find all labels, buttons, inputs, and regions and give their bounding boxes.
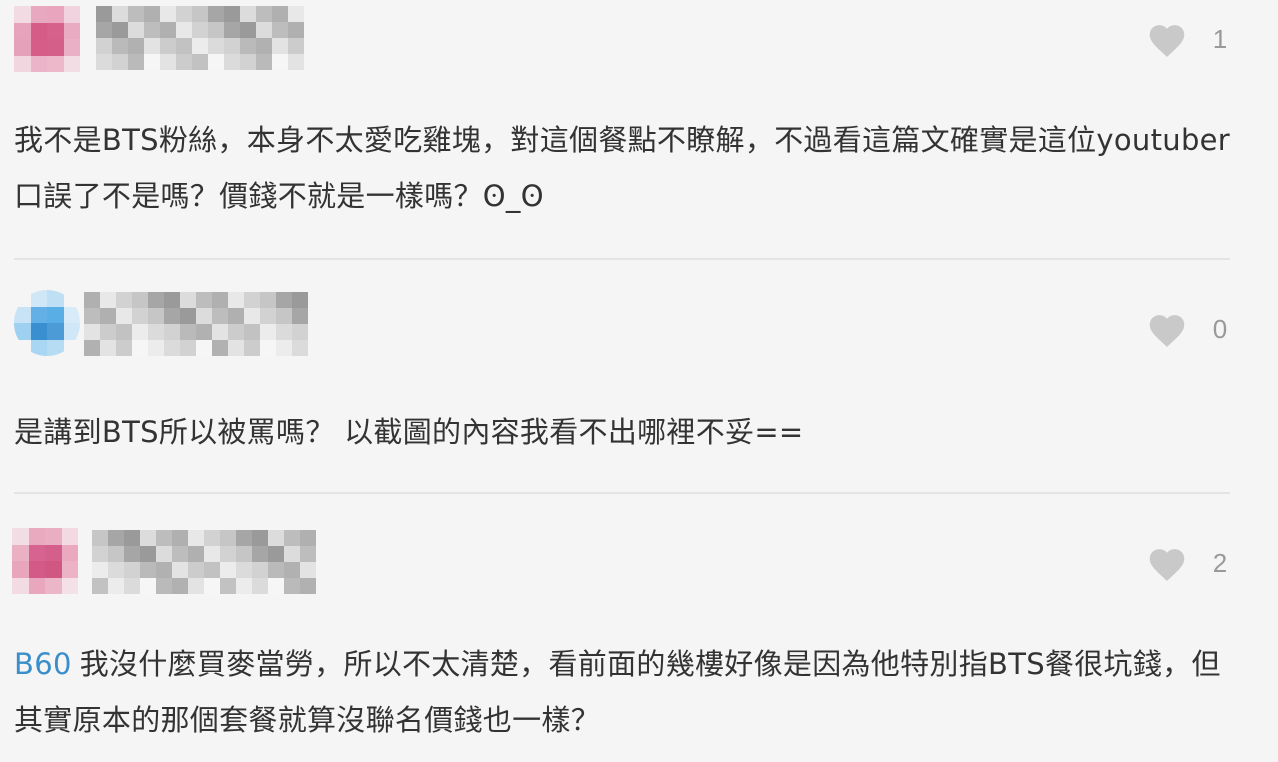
like-count: 0 xyxy=(1212,313,1228,344)
heart-icon xyxy=(1146,310,1188,348)
comment-text: 我不是BTS粉絲，本身不太愛吃雞塊，對這個餐點不瞭解，不過看這篇文確實是這位yo… xyxy=(14,123,1231,213)
heart-icon xyxy=(1146,20,1188,58)
avatar[interactable] xyxy=(12,528,78,594)
like-count: 2 xyxy=(1212,547,1228,578)
like-button[interactable]: 2 xyxy=(1146,544,1228,582)
comment-text: B60 我沒什麼買麥當勞，所以不太清楚，看前面的幾樓好像是因為他特別指BTS餐很坑… xyxy=(14,636,1244,748)
divider xyxy=(14,258,1230,260)
mention-link[interactable]: B60 xyxy=(14,647,72,681)
author-name-blurred[interactable] xyxy=(84,292,308,356)
author-name-blurred[interactable] xyxy=(96,6,304,70)
author-name-blurred[interactable] xyxy=(92,530,316,594)
like-button[interactable]: 0 xyxy=(1146,310,1228,348)
avatar[interactable] xyxy=(14,6,80,72)
heart-icon xyxy=(1146,544,1188,582)
comment-text: 是講到BTS所以被罵嗎？ 以截圖的內容我看不出哪裡不妥== xyxy=(14,415,804,449)
divider xyxy=(14,492,1230,494)
like-button[interactable]: 1 xyxy=(1146,20,1228,58)
like-count: 1 xyxy=(1212,23,1228,54)
comment-text-body: 我沒什麼買麥當勞，所以不太清楚，看前面的幾樓好像是因為他特別指BTS餐很坑錢，但… xyxy=(14,647,1221,737)
avatar[interactable] xyxy=(14,290,80,356)
